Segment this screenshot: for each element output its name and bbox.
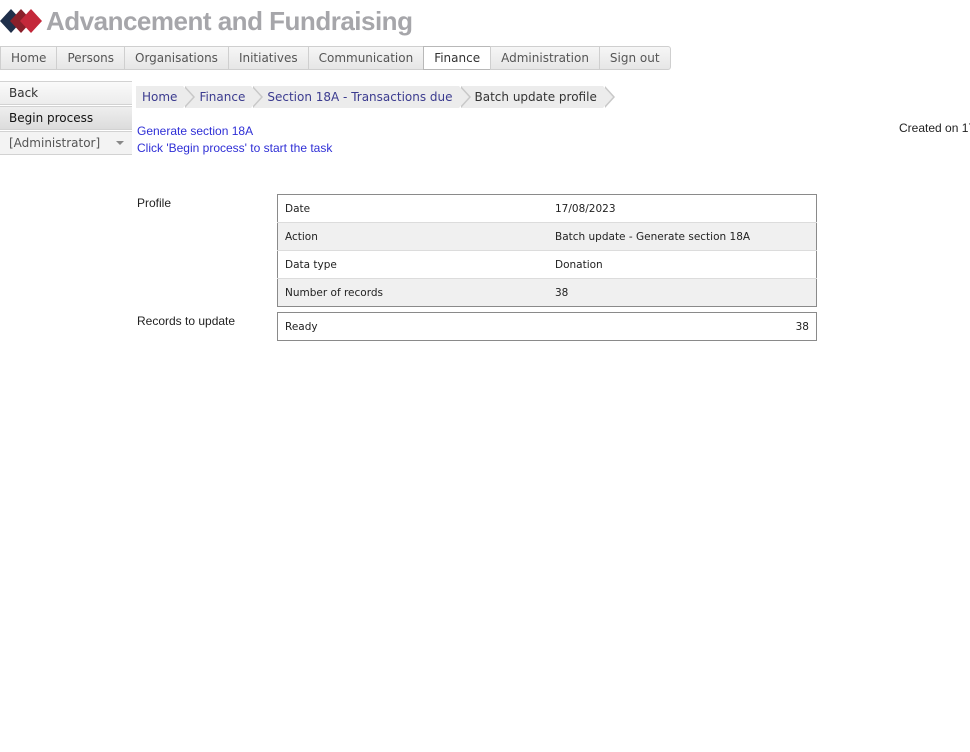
nav-persons[interactable]: Persons [56, 46, 125, 70]
created-on-text: Created on 17 [899, 121, 970, 135]
table-row: Number of records 38 [277, 278, 817, 307]
profile-action-label: Action [277, 222, 548, 251]
table-row: Date 17/08/2023 [278, 195, 817, 223]
breadcrumb-batch-update-profile[interactable]: Batch update profile [460, 86, 616, 108]
back-button[interactable]: Back [0, 81, 132, 105]
profile-action-value: Batch update - Generate section 18A [548, 222, 817, 251]
profile-table: Date 17/08/2023 Action Batch update - Ge… [277, 194, 817, 307]
nav-finance[interactable]: Finance [423, 46, 491, 70]
chevron-down-icon [116, 141, 124, 145]
records-to-update-label: Records to update [137, 314, 236, 328]
profile-data-type-label: Data type [277, 250, 548, 279]
table-row: Action Batch update - Generate section 1… [277, 222, 817, 251]
records-ready-label: Ready [285, 320, 318, 333]
nav-administration[interactable]: Administration [490, 46, 599, 70]
breadcrumb-section-18a[interactable]: Section 18A - Transactions due [253, 86, 471, 108]
begin-process-button[interactable]: Begin process [0, 106, 132, 130]
app-window: Advancement and Fundraising Home Persons… [0, 0, 970, 752]
nav-sign-out[interactable]: Sign out [598, 46, 671, 70]
role-select-value: [Administrator] [9, 136, 101, 150]
profile-label: Profile [137, 196, 172, 210]
role-select[interactable]: [Administrator] [0, 131, 132, 155]
profile-data-type-value: Donation [548, 250, 817, 279]
sidebar: Back Begin process [Administrator] [0, 81, 132, 156]
nav-communication[interactable]: Communication [307, 46, 424, 70]
breadcrumb-home[interactable]: Home [136, 86, 196, 108]
task-link[interactable]: Generate section 18A [137, 124, 253, 138]
table-row: Ready 38 [278, 313, 817, 341]
app-header: Advancement and Fundraising [0, 0, 970, 44]
records-ready-count: 38 [795, 320, 809, 333]
nav-home[interactable]: Home [0, 46, 57, 70]
top-navigation: Home Persons Organisations Initiatives C… [0, 46, 671, 70]
nav-organisations[interactable]: Organisations [124, 46, 228, 70]
app-title: Advancement and Fundraising [46, 6, 413, 36]
nav-initiatives[interactable]: Initiatives [227, 46, 308, 70]
records-table: Ready 38 [277, 312, 817, 341]
diamond-logo-icon [0, 9, 42, 33]
profile-date-label: Date [285, 202, 311, 215]
table-row: Data type Donation [277, 250, 817, 279]
breadcrumb: Home Finance Section 18A - Transactions … [136, 86, 616, 108]
profile-number-of-records-value: 38 [548, 278, 817, 307]
profile-date-value: 17/08/2023 [555, 202, 616, 215]
instruction-link[interactable]: Click 'Begin process' to start the task [137, 141, 332, 155]
profile-number-of-records-label: Number of records [277, 278, 548, 307]
